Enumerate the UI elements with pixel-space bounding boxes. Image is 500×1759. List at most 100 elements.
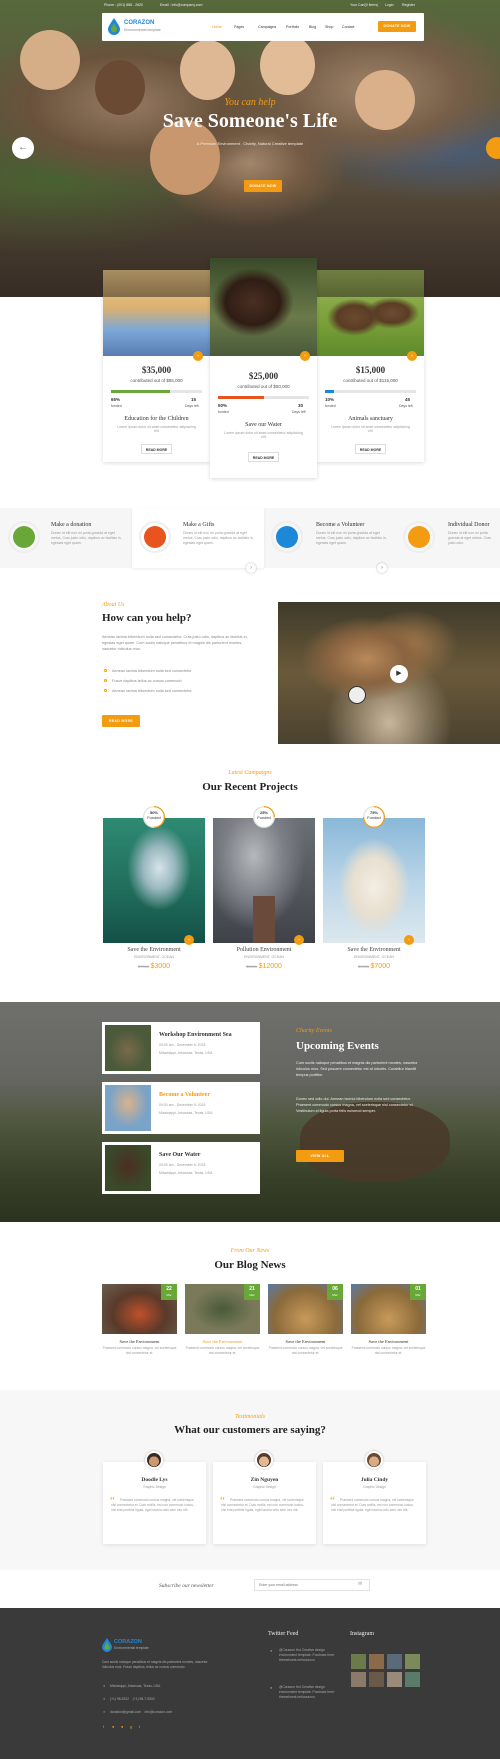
login-link[interactable]: Login — [385, 3, 394, 7]
cause-days: Days left — [292, 410, 306, 414]
cause-title[interactable]: Save our Water — [210, 422, 317, 428]
cause-donors: 15 — [191, 397, 197, 402]
instagram-thumb[interactable] — [405, 1654, 420, 1669]
blog-text: Praesent commodo cursus magna, vel scele… — [268, 1346, 343, 1355]
twitter-icon[interactable]: ● — [112, 1724, 114, 1729]
donation-icon[interactable] — [8, 521, 40, 553]
instagram-thumb[interactable] — [387, 1672, 402, 1687]
play-icon[interactable]: ▶ — [390, 665, 408, 683]
help-next-arrow-icon[interactable]: › — [377, 563, 387, 573]
newsletter-email-input[interactable] — [254, 1579, 370, 1591]
date-day: 22 — [166, 1286, 172, 1292]
plus-icon[interactable]: + — [300, 351, 310, 361]
read-more-button[interactable]: READ MORE — [355, 444, 386, 454]
tumblr-icon[interactable]: t — [139, 1724, 140, 1729]
event-title[interactable]: Save Our Water — [159, 1152, 200, 1158]
event-card[interactable]: Save Our Water 09:00 am - December 6, 20… — [102, 1142, 260, 1194]
football-shape — [348, 686, 366, 704]
footer-brand-name[interactable]: CORAZON — [114, 1639, 142, 1645]
about-read-more-button[interactable]: READ MORE — [102, 715, 140, 727]
twitter-icon: ● — [270, 1648, 273, 1653]
blog-title: Our Blog News — [214, 1259, 286, 1271]
blog-title[interactable]: Save the Environment — [185, 1339, 260, 1344]
send-icon[interactable]: ✉ — [358, 1581, 362, 1587]
about-title: How can you help? — [102, 612, 192, 624]
blog-title[interactable]: Save the Environment — [351, 1339, 426, 1344]
nav-home[interactable]: Home — [212, 25, 222, 29]
plus-icon[interactable]: + — [184, 935, 194, 945]
instagram-thumb[interactable] — [369, 1672, 384, 1687]
instagram-thumb[interactable] — [405, 1672, 420, 1687]
instagram-thumb[interactable] — [351, 1672, 366, 1687]
events-view-all-button[interactable]: VIEW ALL — [296, 1150, 344, 1162]
footer-email[interactable]: donation@gmail.com info@corazon.com — [110, 1710, 172, 1714]
project-price: $9000 $7000 — [323, 963, 425, 970]
help-title[interactable]: Become a Volunteer — [316, 522, 364, 528]
read-more-button[interactable]: READ MORE — [141, 444, 172, 454]
nav-shop[interactable]: Shop — [325, 25, 333, 29]
date-day: 06 — [332, 1286, 338, 1292]
cause-pct: 10% — [325, 397, 335, 402]
plus-icon[interactable]: + — [407, 351, 417, 361]
cause-goal: contributed out of $50,000 — [237, 384, 290, 389]
testimonial-text: Praesent commodo cursus magna, vel scele… — [331, 1498, 414, 1512]
cart-link[interactable]: Your Cart(0 items) — [350, 3, 378, 7]
footer: CORAZON Environmental template Cum socii… — [0, 1608, 500, 1759]
project-price: $9000 $12000 — [213, 963, 315, 970]
water-drop-logo-icon — [108, 18, 120, 35]
volunteer-icon[interactable] — [271, 521, 303, 553]
event-place: Mississippi, Arkansas, Texas, USA — [159, 1111, 213, 1115]
event-card[interactable]: Workshop Environment Sea 09:00 am - Dece… — [102, 1022, 260, 1074]
gift-icon[interactable] — [139, 521, 171, 553]
nav-blog[interactable]: Blog — [309, 25, 316, 29]
plus-icon[interactable]: + — [193, 351, 203, 361]
help-text: Donec id elit non mi porta gravida at eg… — [183, 531, 254, 545]
read-more-button[interactable]: READ MORE — [248, 452, 279, 462]
plus-icon[interactable]: + — [294, 935, 304, 945]
help-title[interactable]: Make a Gifts — [183, 522, 214, 528]
hero-donate-button[interactable]: DONATE NOW — [244, 180, 282, 192]
cause-title[interactable]: Animals sanctuary — [317, 416, 424, 422]
pinterest-icon[interactable]: ● — [121, 1724, 123, 1729]
nav-donate-button[interactable]: DONATE NOW — [378, 21, 416, 32]
google-plus-icon[interactable]: g — [130, 1724, 132, 1729]
help-next-arrow-icon[interactable]: › — [246, 563, 256, 573]
blog-title[interactable]: Save the Environment — [102, 1339, 177, 1344]
project-title[interactable]: Pollution Environment — [213, 947, 315, 953]
date-badge: 22 Mar — [161, 1284, 177, 1300]
individual-donor-icon[interactable] — [403, 521, 435, 553]
event-title[interactable]: Workshop Environment Sea — [159, 1032, 232, 1038]
nav-portfolio[interactable]: Portfolio — [286, 25, 299, 29]
register-link[interactable]: Register — [402, 3, 415, 7]
project-category: ENVIRONMENT, OCEAN — [244, 955, 284, 959]
nav-contact[interactable]: Contact — [342, 25, 354, 29]
event-card[interactable]: Become a Volunteer 09:00 am - December 6… — [102, 1082, 260, 1134]
brand-name[interactable]: CORAZON — [124, 20, 154, 26]
facebook-icon[interactable]: f — [103, 1724, 104, 1729]
instagram-thumb[interactable] — [369, 1654, 384, 1669]
testimonial-name: Julia Cindy — [360, 1477, 389, 1483]
blog-title[interactable]: Save the Environment — [268, 1339, 343, 1344]
blog-subtitle: From Our News — [230, 1248, 270, 1254]
help-title[interactable]: Individual Donor — [448, 522, 490, 528]
tweet-text: @Corazon Hot Creative design environment… — [279, 1685, 335, 1699]
instagram-thumb[interactable] — [351, 1654, 366, 1669]
help-title[interactable]: Make a donation — [51, 522, 91, 528]
cause-text: Lorem ipsum dolor sit amet consectetur a… — [117, 425, 196, 433]
project-title[interactable]: Save the Environment — [323, 947, 425, 953]
about-subtitle: About Us — [102, 602, 125, 608]
check-icon — [104, 679, 107, 682]
old-price: $9000 — [358, 964, 370, 969]
funded-ring: 75% Funded — [363, 806, 385, 828]
hero-prev-arrow-icon[interactable]: ← — [12, 137, 34, 159]
event-title[interactable]: Become a Volunteer — [159, 1092, 210, 1098]
plus-icon[interactable]: + — [404, 935, 414, 945]
instagram-thumb[interactable] — [387, 1654, 402, 1669]
volunteer-kid-image — [105, 1085, 151, 1131]
nav-pages[interactable]: Pages — [234, 25, 244, 29]
cause-title[interactable]: Education for the Children — [103, 416, 210, 422]
events-text: Donec sed odio dui. Aenean lacinia biben… — [296, 1097, 414, 1113]
project-title[interactable]: Save the Environment — [103, 947, 205, 953]
about-list-item: Aenean lacinia bibendum nulla sed consec… — [112, 669, 192, 673]
nav-campaigns[interactable]: Campaigns — [258, 25, 276, 29]
